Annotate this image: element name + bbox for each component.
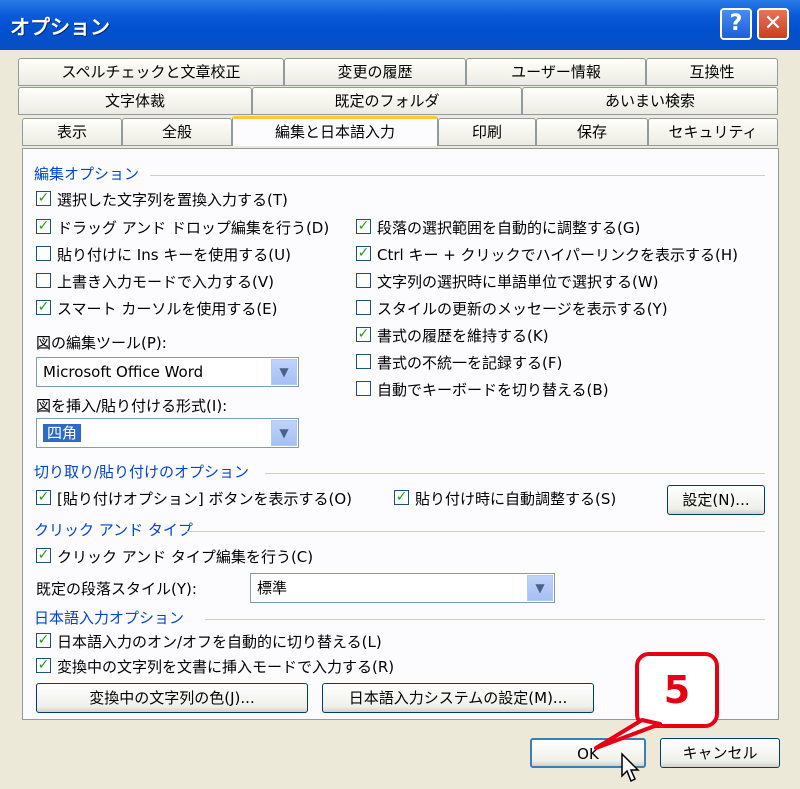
- options-dialog: オプション ? ✕ スペルチェックと文章校正 変更の履歴 ユーザー情報 互換性 …: [0, 0, 800, 789]
- mouse-cursor-icon: [621, 752, 640, 783]
- callout-pointer-icon: [594, 718, 662, 750]
